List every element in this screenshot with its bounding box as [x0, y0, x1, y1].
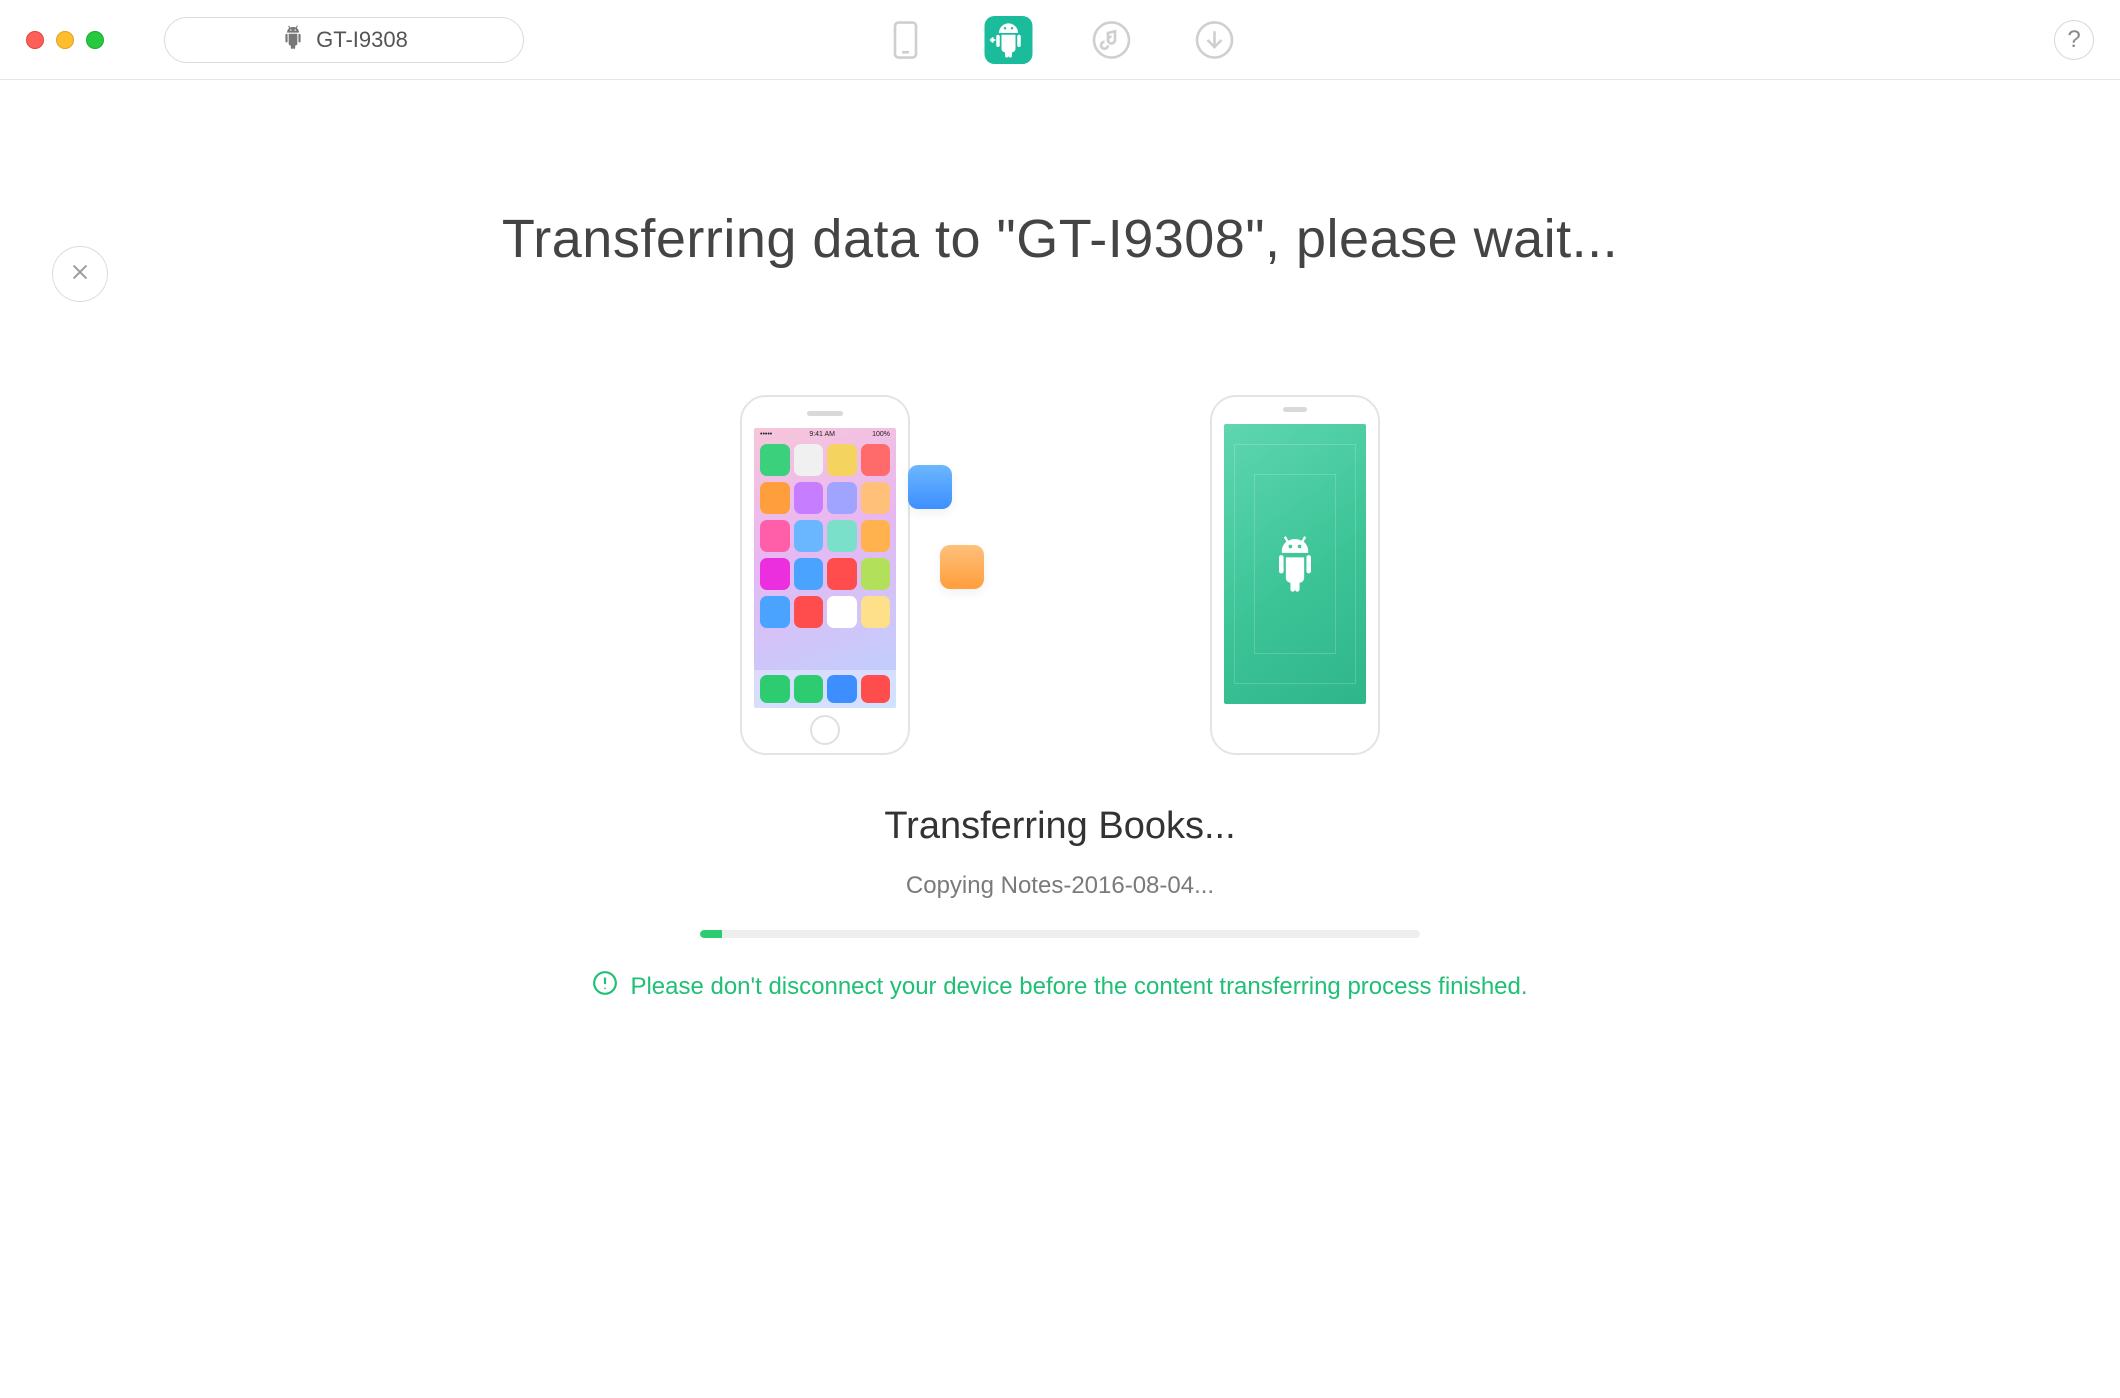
- tab-phone[interactable]: [882, 16, 930, 64]
- window-minimize-button[interactable]: [56, 31, 74, 49]
- window-close-button[interactable]: [26, 31, 44, 49]
- warning-message: Please don't disconnect your device befo…: [0, 970, 2120, 1003]
- android-logo-icon: [1267, 530, 1323, 599]
- iphone-statusbar: ••••• 9:41 AM 100%: [754, 428, 896, 440]
- android-icon: [280, 24, 306, 56]
- target-android: [1210, 395, 1380, 755]
- ios-app-icon: [760, 482, 790, 514]
- device-name-label: GT-I9308: [316, 27, 408, 53]
- ios-app-icon: [794, 558, 824, 590]
- ios-time: 9:41 AM: [809, 431, 835, 438]
- ios-battery: 100%: [872, 431, 890, 438]
- page-title: Transferring data to "GT-I9308", please …: [0, 208, 2120, 270]
- ios-app-icon: [794, 444, 824, 476]
- ios-dock-app-icon: [760, 675, 790, 703]
- ios-app-icon: [760, 596, 790, 628]
- android-speaker: [1283, 407, 1307, 412]
- ios-app-icon: [861, 482, 891, 514]
- tab-music[interactable]: [1088, 16, 1136, 64]
- close-button[interactable]: [52, 246, 108, 302]
- main-content: Transferring data to "GT-I9308", please …: [0, 208, 2120, 1398]
- warning-icon: [592, 970, 618, 1003]
- ios-app-icon: [861, 444, 891, 476]
- window-zoom-button[interactable]: [86, 31, 104, 49]
- ios-app-icon: [861, 596, 891, 628]
- main-tab-icons: [882, 16, 1239, 64]
- status-subtitle: Copying Notes-2016-08-04...: [0, 872, 2120, 900]
- android-screen: [1224, 424, 1366, 704]
- ios-app-icon: [760, 558, 790, 590]
- ios-app-icon: [827, 482, 857, 514]
- ios-dock-app-icon: [827, 675, 857, 703]
- progress-bar: [700, 930, 1420, 938]
- ios-app-icon: [827, 520, 857, 552]
- iphone-dock: [754, 670, 896, 708]
- ios-app-icon: [760, 520, 790, 552]
- iphone-home-button: [810, 715, 840, 745]
- ios-app-icon: [794, 520, 824, 552]
- ios-app-icon: [861, 558, 891, 590]
- iphone-screen: ••••• 9:41 AM 100%: [754, 428, 896, 708]
- warning-text: Please don't disconnect your device befo…: [630, 973, 1527, 1001]
- ios-dock-app-icon: [861, 675, 891, 703]
- status-title: Transferring Books...: [0, 805, 2120, 848]
- floating-tile-blue-icon: [908, 465, 952, 509]
- progress-bar-fill: [700, 930, 722, 938]
- ios-app-icon: [827, 444, 857, 476]
- help-button[interactable]: ?: [2054, 20, 2094, 60]
- device-selector[interactable]: GT-I9308: [164, 17, 524, 63]
- help-icon: ?: [2067, 26, 2080, 54]
- ios-signal: •••••: [760, 431, 772, 438]
- devices-illustration: ••••• 9:41 AM 100%: [0, 395, 2120, 755]
- source-iphone-wrap: ••••• 9:41 AM 100%: [740, 395, 910, 755]
- ios-app-icon: [827, 558, 857, 590]
- ios-app-icon: [794, 482, 824, 514]
- ios-app-icon: [760, 444, 790, 476]
- ios-app-icon: [861, 520, 891, 552]
- floating-tile-orange-icon: [940, 545, 984, 589]
- tab-download[interactable]: [1191, 16, 1239, 64]
- tab-android-transfer[interactable]: [985, 16, 1033, 64]
- source-iphone: ••••• 9:41 AM 100%: [740, 395, 910, 755]
- ios-app-icon: [827, 596, 857, 628]
- titlebar: GT-I9308: [0, 0, 2120, 80]
- transfer-status: Transferring Books... Copying Notes-2016…: [0, 805, 2120, 1003]
- window-traffic-lights: [26, 31, 104, 49]
- ios-dock-app-icon: [794, 675, 824, 703]
- iphone-app-grid: [754, 440, 896, 670]
- iphone-speaker: [807, 411, 843, 416]
- ios-app-icon: [794, 596, 824, 628]
- close-icon: [69, 258, 91, 290]
